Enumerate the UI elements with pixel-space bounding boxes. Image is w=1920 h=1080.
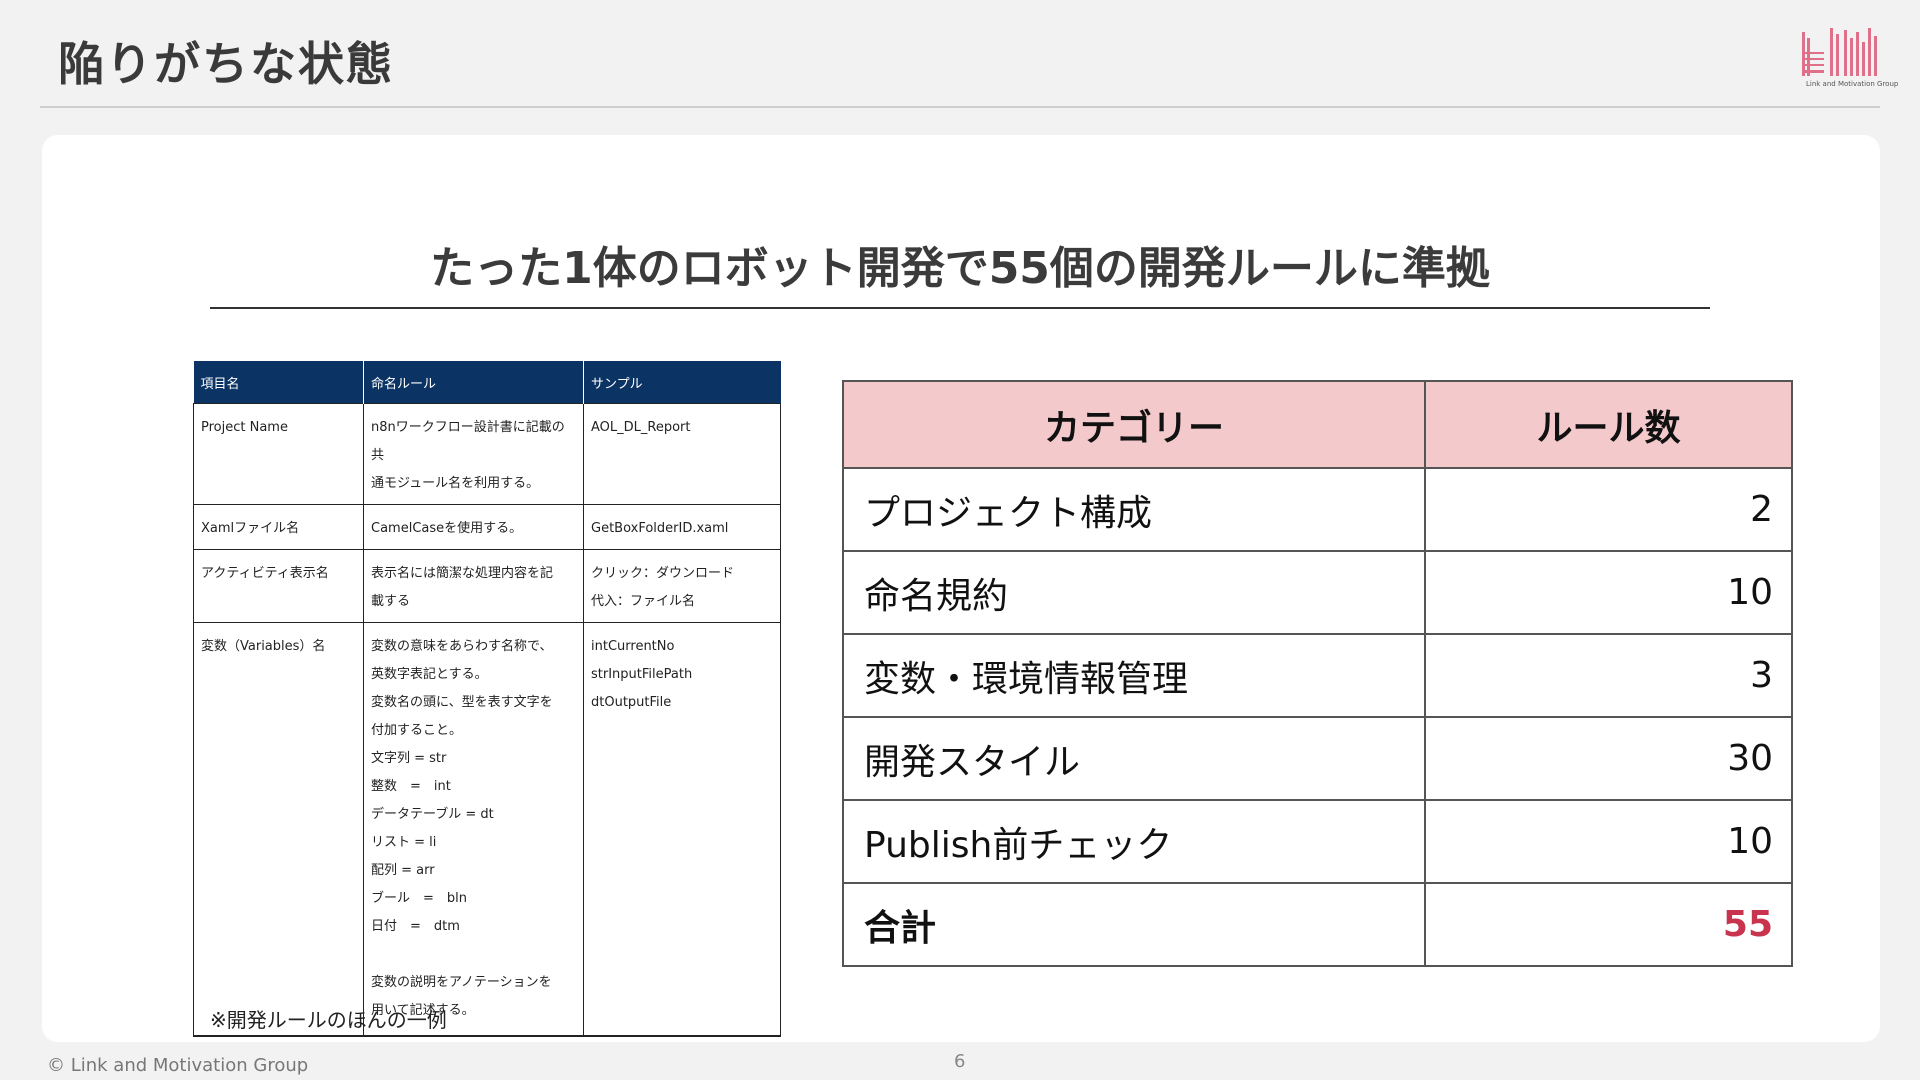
category-cell: 開発スタイル xyxy=(842,716,1426,801)
table-cell: 変数の意味をあらわす名称で、 英数字表記とする。 変数名の頭に、型を表す文字を … xyxy=(363,622,584,1037)
header-divider xyxy=(40,106,1880,108)
rule-count-header-cell: ルール数 xyxy=(1424,380,1793,469)
table-row: 変数・環境情報管理 3 xyxy=(842,633,1793,718)
rules-header-cell: 命名ルール xyxy=(363,361,584,404)
slide-headline: たった1体のロボット開発で55個の開発ルールに準拠 xyxy=(430,243,1490,294)
category-cell: 変数・環境情報管理 xyxy=(842,633,1426,718)
table-row: Publish前チェック 10 xyxy=(842,799,1793,884)
copyright-text: © Link and Motivation Group xyxy=(47,1055,309,1076)
table-row: 変数（Variables）名 変数の意味をあらわす名称で、 英数字表記とする。 … xyxy=(193,622,781,1037)
table-cell: クリック：ダウンロード 代入：ファイル名 xyxy=(583,549,781,623)
page-title: 陥りがちな状態 xyxy=(58,37,394,91)
table-cell: AOL_DL_Report xyxy=(583,403,781,505)
company-logo-icon xyxy=(1802,28,1877,76)
table-row: 命名規約 10 xyxy=(842,550,1793,635)
table-row: Project Name n8nワークフロー設計書に記載の共 通モジュール名を利… xyxy=(193,403,781,505)
table-cell: 変数（Variables）名 xyxy=(193,622,364,1037)
table-row: アクティビティ表示名 表示名には簡潔な処理内容を記 載する クリック：ダウンロー… xyxy=(193,549,781,623)
table-cell: アクティビティ表示名 xyxy=(193,549,364,623)
rules-header-cell: サンプル xyxy=(583,361,781,404)
table-cell: Xamlファイル名 xyxy=(193,504,364,550)
logo-caption: Link and Motivation Group xyxy=(1806,80,1899,88)
table-cell: GetBoxFolderID.xaml xyxy=(583,504,781,550)
table-row: Xamlファイル名 CamelCaseを使用する。 GetBoxFolderID… xyxy=(193,504,781,550)
total-row: 合計 55 xyxy=(842,882,1793,967)
total-label: 合計 xyxy=(842,882,1426,967)
table-cell: Project Name xyxy=(193,403,364,505)
category-header-cell: カテゴリー xyxy=(842,380,1426,469)
table-cell: 表示名には簡潔な処理内容を記 載する xyxy=(363,549,584,623)
category-cell: Publish前チェック xyxy=(842,799,1426,884)
table-cell: intCurrentNo strInputFilePath dtOutputFi… xyxy=(583,622,781,1037)
rule-count-cell: 3 xyxy=(1424,633,1793,718)
naming-rules-table: 項目名 命名ルール サンプル Project Name n8nワークフロー設計書… xyxy=(193,361,781,1037)
category-cell: 命名規約 xyxy=(842,550,1426,635)
total-value: 55 xyxy=(1424,882,1793,967)
rule-count-cell: 2 xyxy=(1424,467,1793,552)
rules-header-row: 項目名 命名ルール サンプル xyxy=(193,361,781,404)
rule-count-table: カテゴリー ルール数 プロジェクト構成 2 命名規約 10 変数・環境情報管理 … xyxy=(842,380,1793,967)
table-cell: n8nワークフロー設計書に記載の共 通モジュール名を利用する。 xyxy=(363,403,584,505)
table-row: プロジェクト構成 2 xyxy=(842,467,1793,552)
rule-count-cell: 30 xyxy=(1424,716,1793,801)
rule-count-cell: 10 xyxy=(1424,799,1793,884)
rules-header-cell: 項目名 xyxy=(193,361,364,404)
rules-footnote: ※開発ルールのほんの一例 xyxy=(210,1008,447,1032)
table-cell: CamelCaseを使用する。 xyxy=(363,504,584,550)
category-cell: プロジェクト構成 xyxy=(842,467,1426,552)
category-header-row: カテゴリー ルール数 xyxy=(842,380,1793,469)
page-number: 6 xyxy=(954,1051,966,1072)
headline-underline xyxy=(210,307,1710,309)
table-row: 開発スタイル 30 xyxy=(842,716,1793,801)
rule-count-cell: 10 xyxy=(1424,550,1793,635)
